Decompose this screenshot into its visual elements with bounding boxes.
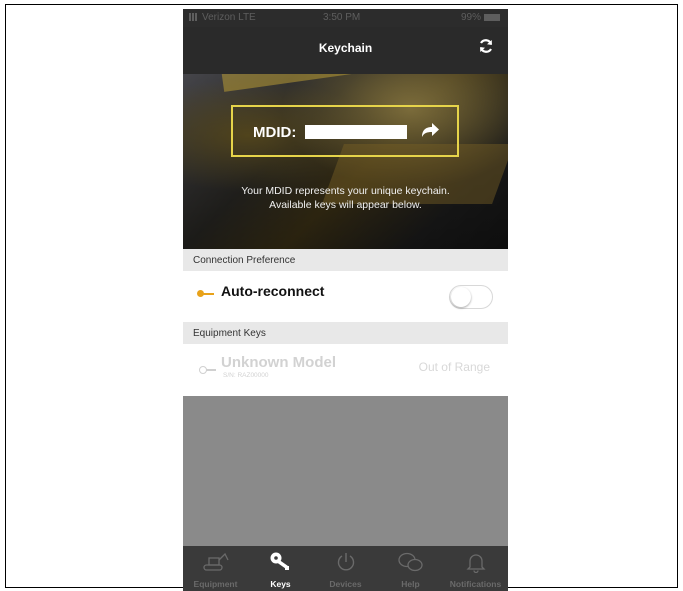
connection-section-title: Connection Preference: [193, 255, 296, 266]
keys-icon: [248, 550, 313, 574]
mdid-box: MDID:: [231, 105, 459, 157]
equipment-serial: S/N: RAZ00000: [223, 372, 269, 379]
share-icon[interactable]: [419, 120, 441, 146]
phone-screen: Verizon LTE 3:50 PM 99% Keychain MDID: Y…: [183, 9, 508, 591]
auto-reconnect-label: Auto-reconnect: [221, 283, 325, 299]
tab-bar: Equipment Keys Devices Help Notification…: [183, 546, 508, 591]
auto-reconnect-row[interactable]: Auto-reconnect: [183, 271, 508, 322]
background-excavator-arm: [221, 74, 453, 92]
mdid-description-line1: Your MDID represents your unique keychai…: [241, 185, 450, 197]
key-icon: [197, 290, 215, 299]
equipment-section-header: Equipment Keys: [183, 322, 508, 344]
key-outline-icon: [199, 366, 217, 375]
tab-help-label: Help: [401, 579, 420, 589]
tab-keys[interactable]: Keys: [248, 546, 313, 591]
status-bar: Verizon LTE 3:50 PM 99%: [183, 9, 508, 27]
tab-equipment[interactable]: Equipment: [183, 546, 248, 591]
tab-devices-label: Devices: [329, 579, 362, 589]
carrier-status: Verizon LTE: [189, 12, 256, 23]
mdid-description: Your MDID represents your unique keychai…: [183, 184, 508, 212]
equipment-section-title: Equipment Keys: [193, 328, 266, 339]
mdid-value-redacted: [305, 125, 407, 139]
equipment-key-row[interactable]: Unknown Model S/N: RAZ00000 Out of Range: [183, 344, 508, 396]
battery-icon: [484, 14, 500, 21]
connection-section-header: Connection Preference: [183, 249, 508, 271]
clock: 3:50 PM: [323, 12, 361, 23]
equipment-name: Unknown Model: [221, 354, 336, 371]
mdid-description-line2: Available keys will appear below.: [269, 199, 422, 211]
equipment-status: Out of Range: [418, 360, 490, 374]
page-title: Keychain: [318, 41, 373, 55]
tab-notifications[interactable]: Notifications: [443, 546, 508, 591]
toggle-knob: [451, 287, 471, 307]
auto-reconnect-toggle[interactable]: [449, 285, 493, 309]
power-icon: [313, 550, 378, 574]
nav-bar: Keychain: [183, 27, 508, 74]
chat-bubbles-icon: [378, 550, 443, 574]
hero-banner: MDID: Your MDID represents your unique k…: [183, 74, 508, 249]
carrier-label: Verizon LTE: [202, 12, 256, 23]
excavator-icon: [183, 550, 248, 574]
tab-help[interactable]: Help: [378, 546, 443, 591]
refresh-icon[interactable]: [478, 38, 494, 59]
tab-notifications-label: Notifications: [449, 579, 502, 589]
bell-icon: [443, 550, 508, 574]
battery-status: 99%: [461, 12, 500, 23]
battery-label: 99%: [460, 12, 481, 23]
mdid-label: MDID:: [253, 124, 297, 141]
signal-icon: [189, 13, 199, 21]
tab-equipment-label: Equipment: [193, 579, 238, 589]
tab-keys-label: Keys: [270, 579, 291, 589]
tab-devices[interactable]: Devices: [313, 546, 378, 591]
